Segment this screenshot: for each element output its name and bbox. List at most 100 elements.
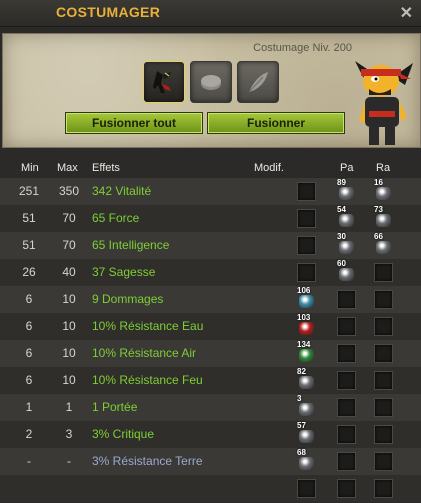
- ra-rune-slot[interactable]: 16: [374, 178, 396, 205]
- pa-rune-slot[interactable]: [337, 367, 359, 394]
- empty-slot[interactable]: [337, 425, 356, 444]
- empty-slot[interactable]: [374, 452, 393, 471]
- empty-slot[interactable]: [374, 371, 393, 390]
- ra-rune-slot[interactable]: [374, 394, 396, 421]
- rune-icon[interactable]: 103: [297, 313, 317, 336]
- cell-max: 350: [58, 184, 80, 198]
- empty-slot[interactable]: [297, 263, 316, 282]
- modif-slot[interactable]: [297, 178, 319, 205]
- pa-rune-slot[interactable]: [337, 286, 359, 313]
- cell-effect: 37 Sagesse: [92, 265, 156, 279]
- empty-slot[interactable]: [297, 182, 316, 201]
- rune-count: 73: [374, 205, 383, 214]
- empty-slot[interactable]: [297, 209, 316, 228]
- empty-slot[interactable]: [337, 317, 356, 336]
- close-icon[interactable]: ✕: [400, 3, 413, 23]
- pa-rune-slot[interactable]: 54: [337, 205, 359, 232]
- empty-slot[interactable]: [374, 398, 393, 417]
- cell-min: 6: [25, 373, 33, 387]
- rune-icon[interactable]: 60: [337, 259, 357, 282]
- effects-table: 251 350 342 Vitalité 89 16 51 70 65 Force 54 73 51…: [0, 178, 421, 502]
- cell-max: -: [67, 454, 71, 468]
- empty-slot[interactable]: [374, 290, 393, 309]
- rune-icon[interactable]: 30: [337, 232, 357, 255]
- pa-rune-slot[interactable]: [337, 313, 359, 340]
- pa-rune-slot[interactable]: 89: [337, 178, 359, 205]
- ra-rune-slot[interactable]: [374, 340, 396, 367]
- modif-slot[interactable]: [297, 232, 319, 259]
- empty-slot[interactable]: [337, 398, 356, 417]
- empty-slot[interactable]: [337, 344, 356, 363]
- empty-slot[interactable]: [374, 479, 393, 498]
- ra-rune-slot[interactable]: [374, 448, 396, 475]
- rune-icon[interactable]: 106: [297, 286, 317, 309]
- ra-rune-slot[interactable]: [374, 259, 396, 286]
- modif-slot[interactable]: 103: [297, 313, 319, 340]
- slot-feather[interactable]: [237, 61, 279, 103]
- empty-slot[interactable]: [337, 371, 356, 390]
- empty-slot[interactable]: [337, 479, 356, 498]
- modif-slot[interactable]: [297, 259, 319, 286]
- rune-icon[interactable]: 73: [374, 205, 394, 228]
- modif-slot[interactable]: 134: [297, 340, 319, 367]
- rune-icon[interactable]: 68: [297, 448, 317, 471]
- rune-gem-icon: [339, 214, 354, 227]
- empty-slot[interactable]: [297, 236, 316, 255]
- empty-slot[interactable]: [374, 425, 393, 444]
- modif-slot[interactable]: 3: [297, 394, 319, 421]
- empty-slot[interactable]: [297, 479, 316, 498]
- merge-all-button[interactable]: Fusionner tout: [65, 112, 203, 134]
- empty-slot[interactable]: [337, 290, 356, 309]
- ra-rune-slot[interactable]: [374, 313, 396, 340]
- empty-slot[interactable]: [337, 452, 356, 471]
- modif-slot[interactable]: [297, 475, 319, 502]
- ra-rune-slot[interactable]: [374, 475, 396, 502]
- cell-min: 51: [22, 238, 36, 252]
- pa-rune-slot[interactable]: 30: [337, 232, 359, 259]
- rune-count: 57: [297, 421, 306, 430]
- modif-slot[interactable]: 106: [297, 286, 319, 313]
- character-avatar: [355, 61, 413, 145]
- slot-costume-item[interactable]: [143, 61, 185, 103]
- empty-slot[interactable]: [374, 344, 393, 363]
- ra-rune-slot[interactable]: [374, 286, 396, 313]
- modif-slot[interactable]: 57: [297, 421, 319, 448]
- header-pa: Pa: [340, 162, 354, 174]
- rune-gem-icon: [299, 349, 314, 362]
- pa-rune-slot[interactable]: [337, 448, 359, 475]
- ra-rune-slot[interactable]: [374, 421, 396, 448]
- rune-icon[interactable]: 57: [297, 421, 317, 444]
- empty-slot[interactable]: [374, 317, 393, 336]
- table-header: Min Max Effets Modif. Pa Ra: [0, 160, 421, 176]
- modif-slot[interactable]: 82: [297, 367, 319, 394]
- empty-slot[interactable]: [374, 263, 393, 282]
- pa-rune-slot[interactable]: [337, 475, 359, 502]
- rune-icon[interactable]: 66: [374, 232, 394, 255]
- rune-gem-icon: [299, 295, 314, 308]
- rune-icon[interactable]: 3: [297, 394, 317, 417]
- ra-rune-slot[interactable]: 66: [374, 232, 396, 259]
- cell-effect: 1 Portée: [92, 400, 138, 414]
- cell-max: 40: [62, 265, 76, 279]
- rune-gem-icon: [339, 187, 354, 200]
- modif-slot[interactable]: 68: [297, 448, 319, 475]
- rune-icon[interactable]: 16: [374, 178, 394, 201]
- slot-stone[interactable]: [190, 61, 232, 103]
- rune-icon[interactable]: 134: [297, 340, 317, 363]
- merge-button[interactable]: Fusionner: [207, 112, 345, 134]
- cell-effect: 9 Dommages: [92, 292, 164, 306]
- rune-icon[interactable]: 54: [337, 205, 357, 228]
- rune-gem-icon: [339, 268, 354, 281]
- ra-rune-slot[interactable]: [374, 367, 396, 394]
- ra-rune-slot[interactable]: 73: [374, 205, 396, 232]
- rune-icon[interactable]: 82: [297, 367, 317, 390]
- rune-icon[interactable]: 89: [337, 178, 357, 201]
- table-row: 1 1 1 Portée 3: [0, 394, 421, 421]
- pa-rune-slot[interactable]: [337, 394, 359, 421]
- modif-slot[interactable]: [297, 205, 319, 232]
- pa-rune-slot[interactable]: 60: [337, 259, 359, 286]
- cell-max: 70: [62, 238, 76, 252]
- pa-rune-slot[interactable]: [337, 421, 359, 448]
- cell-min: 2: [25, 427, 33, 441]
- pa-rune-slot[interactable]: [337, 340, 359, 367]
